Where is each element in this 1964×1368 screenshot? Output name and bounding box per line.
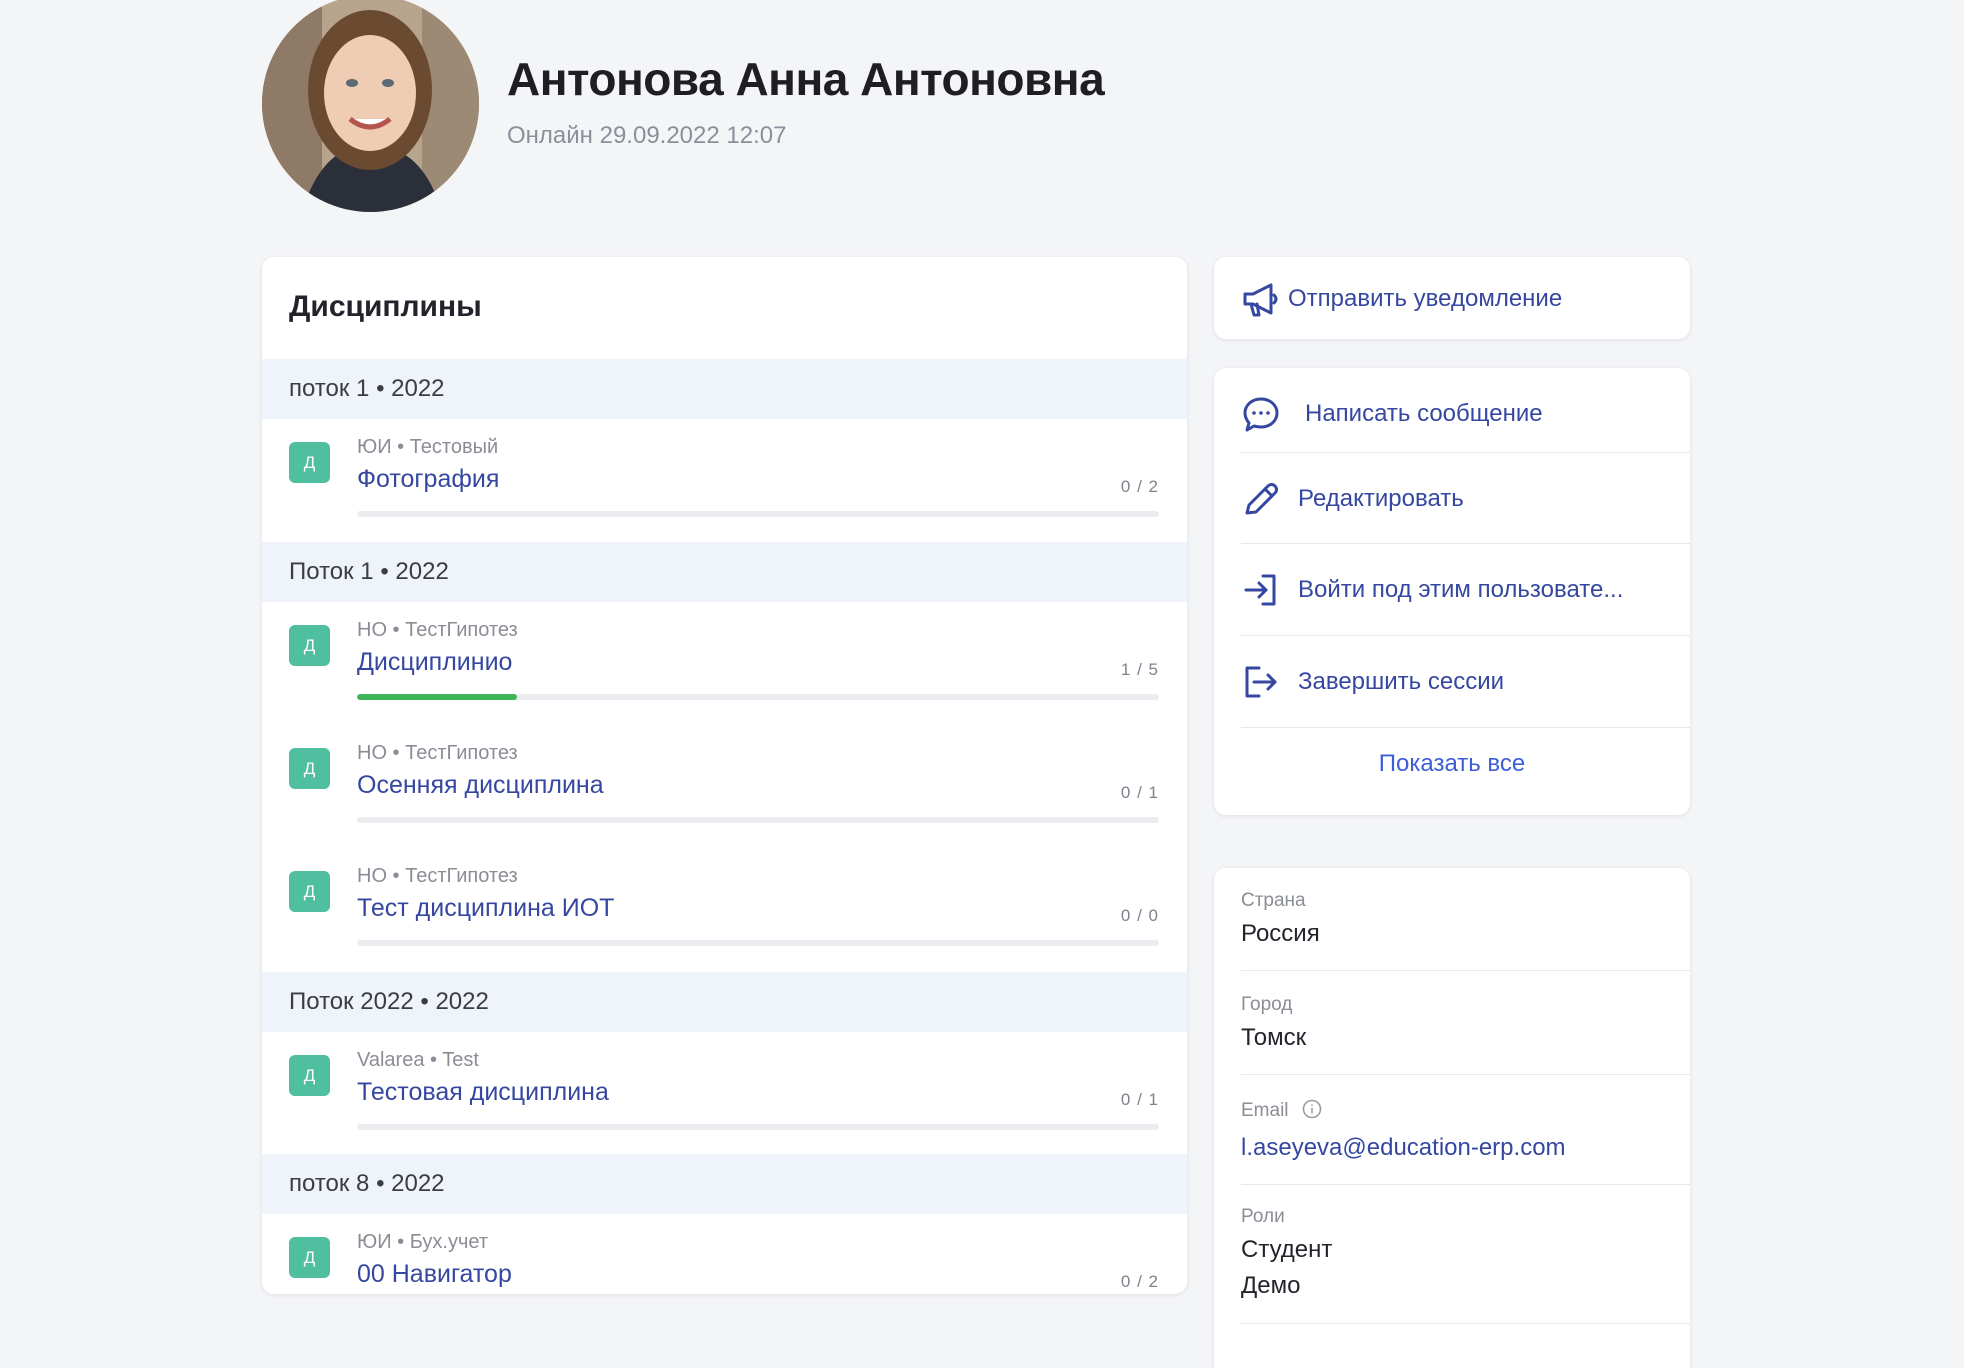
discipline-progress-bar xyxy=(357,511,1159,517)
discipline-count: 0 / 2 xyxy=(1120,477,1159,496)
write-message-button[interactable]: Написать сообщение xyxy=(1241,368,1690,459)
show-all-link[interactable]: Показать все xyxy=(1214,750,1690,778)
end-sessions-button[interactable]: Завершить сессии xyxy=(1241,636,1690,727)
discipline-count: 0 / 1 xyxy=(1120,783,1159,802)
role-item: Демо xyxy=(1241,1272,1301,1299)
discipline-badge: Д xyxy=(289,1055,330,1096)
discipline-item[interactable]: Д НО • ТестГипотез Тест дисциплина ИОТ 0… xyxy=(262,848,1187,948)
edit-button[interactable]: Редактировать xyxy=(1241,453,1690,544)
online-status: Онлайн 29.09.2022 12:07 xyxy=(507,122,787,149)
city-label: Город xyxy=(1241,994,1293,1015)
discipline-count: 1 / 5 xyxy=(1120,660,1159,679)
divider xyxy=(1241,727,1690,728)
group-header: Поток 1 • 2022 xyxy=(262,542,1187,602)
send-notification-label: Отправить уведомление xyxy=(1288,284,1563,312)
sign-in-icon xyxy=(1241,570,1281,610)
discipline-item[interactable]: Д ЮИ • Тестовый Фотография 0 / 2 xyxy=(262,419,1187,519)
disciplines-card: Дисциплины поток 1 • 2022 Д ЮИ • Тестовы… xyxy=(262,257,1187,1294)
email-label: Email xyxy=(1241,1100,1289,1121)
discipline-name-link[interactable]: Осенняя дисциплина xyxy=(357,771,604,800)
group-header: поток 1 • 2022 xyxy=(262,359,1187,419)
info-card: Страна Россия Город Томск Email l.aseyev… xyxy=(1214,868,1690,1368)
discipline-meta: Valarea • Test xyxy=(357,1049,479,1071)
discipline-count: 0 / 1 xyxy=(1120,1090,1159,1109)
discipline-item[interactable]: Д ЮИ • Бух.учет 00 Навигатор 0 / 2 xyxy=(262,1214,1187,1294)
discipline-name-link[interactable]: Тест дисциплина ИОТ xyxy=(357,894,614,923)
discipline-badge: Д xyxy=(289,442,330,483)
discipline-item[interactable]: Д НО • ТестГипотез Дисциплинио 1 / 5 xyxy=(262,602,1187,702)
discipline-count: 0 / 2 xyxy=(1120,1272,1159,1291)
write-message-label: Написать сообщение xyxy=(1305,399,1543,427)
avatar xyxy=(262,0,479,212)
end-sessions-label: Завершить сессии xyxy=(1298,667,1505,695)
discipline-name-link[interactable]: Тестовая дисциплина xyxy=(357,1078,609,1107)
email-link[interactable]: l.aseyeva@education-erp.com xyxy=(1241,1134,1566,1162)
discipline-badge: Д xyxy=(289,871,330,912)
notify-card: Отправить уведомление xyxy=(1214,257,1690,339)
country-label: Страна xyxy=(1241,890,1306,911)
discipline-item[interactable]: Д Valarea • Test Тестовая дисциплина 0 /… xyxy=(262,1032,1187,1132)
login-as-user-button[interactable]: Войти под этим пользовате... xyxy=(1241,544,1690,635)
sign-out-icon xyxy=(1241,662,1281,702)
disciplines-title: Дисциплины xyxy=(289,290,482,323)
divider xyxy=(1241,970,1690,971)
discipline-meta: ЮИ • Тестовый xyxy=(357,436,499,458)
discipline-name-link[interactable]: 00 Навигатор xyxy=(357,1260,512,1289)
info-icon[interactable] xyxy=(1302,1099,1322,1119)
actions-card: Написать сообщение Редактировать Войти п… xyxy=(1214,368,1690,815)
pencil-icon xyxy=(1241,479,1281,519)
discipline-meta: НО • ТестГипотез xyxy=(357,619,518,641)
discipline-progress-bar xyxy=(357,940,1159,946)
discipline-item[interactable]: Д НО • ТестГипотез Осенняя дисциплина 0 … xyxy=(262,725,1187,825)
discipline-progress-bar xyxy=(357,694,1159,700)
group-header: Поток 2022 • 2022 xyxy=(262,972,1187,1032)
discipline-badge: Д xyxy=(289,1237,330,1278)
megaphone-icon xyxy=(1241,279,1281,319)
edit-label: Редактировать xyxy=(1298,484,1464,512)
discipline-progress-bar xyxy=(357,817,1159,823)
login-as-user-label: Войти под этим пользовате... xyxy=(1298,575,1624,603)
discipline-count: 0 / 0 xyxy=(1120,906,1159,925)
discipline-meta: НО • ТестГипотез xyxy=(357,742,518,764)
discipline-name-link[interactable]: Фотография xyxy=(357,465,499,494)
discipline-meta: ЮИ • Бух.учет xyxy=(357,1231,488,1253)
discipline-progress-bar xyxy=(357,1124,1159,1130)
discipline-badge: Д xyxy=(289,748,330,789)
role-item: Студент xyxy=(1241,1236,1333,1263)
progress-fill xyxy=(357,694,518,700)
discipline-meta: НО • ТестГипотез xyxy=(357,865,518,887)
city-value: Томск xyxy=(1241,1024,1307,1051)
discipline-name-link[interactable]: Дисциплинио xyxy=(357,648,512,677)
email-label-row: Email xyxy=(1241,1099,1322,1122)
profile-name: Антонова Анна Антоновна xyxy=(507,53,1105,105)
divider xyxy=(1241,1074,1690,1075)
roles-label: Роли xyxy=(1241,1206,1285,1227)
country-value: Россия xyxy=(1241,920,1320,947)
send-notification-button[interactable]: Отправить уведомление xyxy=(1241,257,1690,339)
group-header: поток 8 • 2022 xyxy=(262,1154,1187,1214)
divider xyxy=(1241,1184,1690,1185)
discipline-badge: Д xyxy=(289,625,330,666)
divider xyxy=(1241,1323,1690,1324)
chat-bubble-icon xyxy=(1241,394,1281,434)
